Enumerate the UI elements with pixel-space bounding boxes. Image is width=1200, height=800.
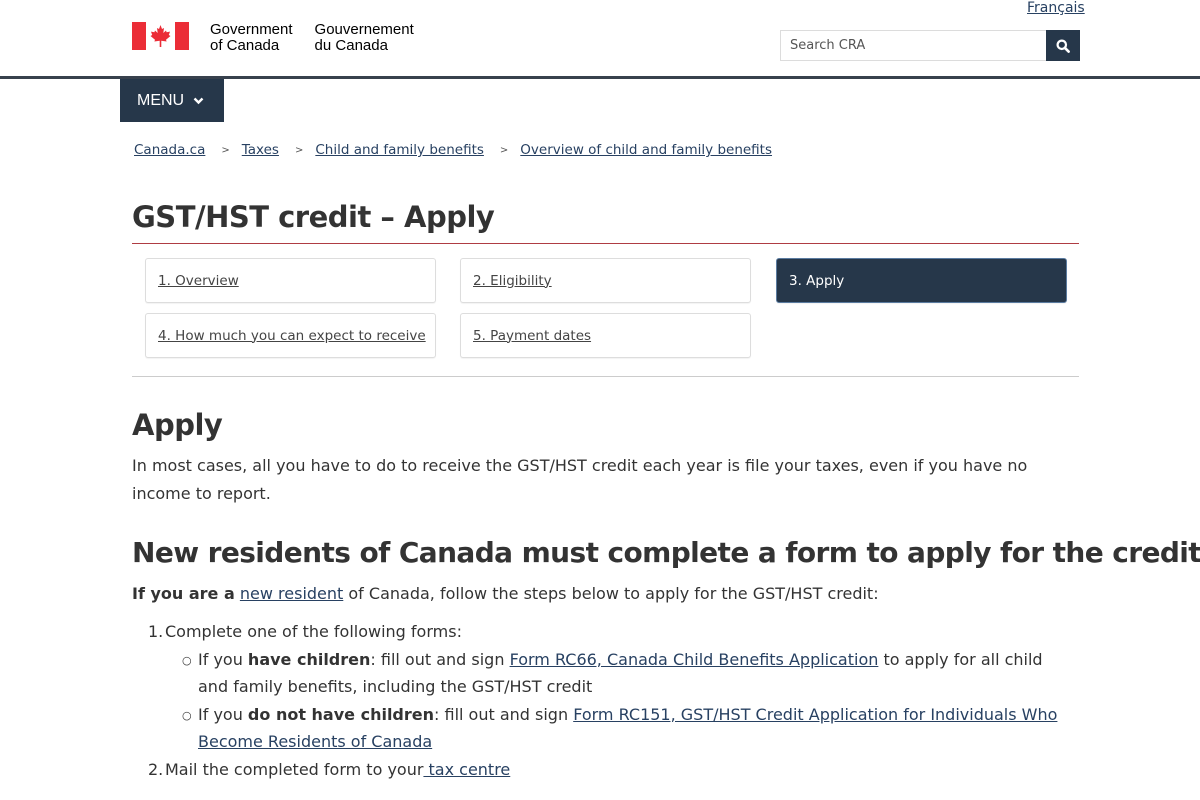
step-overview[interactable]: 1. Overview xyxy=(145,258,436,303)
government-of-canada-logo[interactable]: Government of Canada Gouvernement du Can… xyxy=(132,22,414,54)
tax-centre-link[interactable]: tax centre xyxy=(423,760,511,779)
search-input[interactable] xyxy=(780,30,1046,61)
list-item: 2. Mail the completed form to your tax c… xyxy=(148,759,511,779)
search-button[interactable] xyxy=(1046,30,1080,61)
brand-text-en: Government of Canada xyxy=(210,21,293,54)
step-payment-dates[interactable]: 5. Payment dates xyxy=(460,313,751,358)
list-item: 1. Complete one of the following forms: xyxy=(148,622,462,641)
title-underline xyxy=(132,243,1079,244)
breadcrumb-separator: > xyxy=(499,144,509,156)
page-title: GST/HST credit – Apply xyxy=(132,200,495,234)
apply-heading: Apply xyxy=(132,408,223,442)
step-how-much[interactable]: 4. How much you can expect to receive xyxy=(145,313,436,358)
form-rc66-link[interactable]: Form RC66, Canada Child Benefits Applica… xyxy=(510,650,879,669)
breadcrumb: > Canada.ca > Taxes > Child and family b… xyxy=(134,142,772,158)
new-residents-lead: If you are a new resident of Canada, fol… xyxy=(132,584,879,603)
list-item: ○ If you do not have children: fill out … xyxy=(182,701,1068,756)
chevron-down-icon xyxy=(193,97,204,104)
breadcrumb-link-overview-benefits[interactable]: Overview of child and family benefits xyxy=(520,142,772,158)
canada-flag-icon xyxy=(132,22,189,50)
breadcrumb-link-canada[interactable]: Canada.ca xyxy=(134,142,205,158)
list-item: ○ If you have children: fill out and sig… xyxy=(182,646,1068,701)
step-eligibility[interactable]: 2. Eligibility xyxy=(460,258,751,303)
breadcrumb-separator: > xyxy=(294,144,304,156)
circle-bullet-icon: ○ xyxy=(182,708,192,722)
menu-button[interactable]: MENU xyxy=(120,79,224,122)
menu-label: MENU xyxy=(137,91,185,109)
brand-text-fr: Gouvernement du Canada xyxy=(314,21,414,54)
section-divider xyxy=(132,376,1079,377)
application-steps-list: 1. Complete one of the following forms: … xyxy=(148,618,1068,783)
step-apply-active[interactable]: 3. Apply xyxy=(776,258,1067,303)
search-icon xyxy=(1056,39,1070,53)
breadcrumb-separator: > xyxy=(221,144,230,156)
language-toggle-link[interactable]: Français xyxy=(1027,0,1085,16)
apply-intro-text: In most cases, all you have to do to rec… xyxy=(132,456,1028,503)
new-residents-heading: New residents of Canada must complete a … xyxy=(132,536,1200,569)
breadcrumb-link-child-family-benefits[interactable]: Child and family benefits xyxy=(315,142,484,158)
breadcrumb-link-taxes[interactable]: Taxes xyxy=(242,142,279,158)
new-resident-link[interactable]: new resident xyxy=(240,584,343,603)
circle-bullet-icon: ○ xyxy=(182,653,192,667)
search-form xyxy=(780,30,1080,61)
